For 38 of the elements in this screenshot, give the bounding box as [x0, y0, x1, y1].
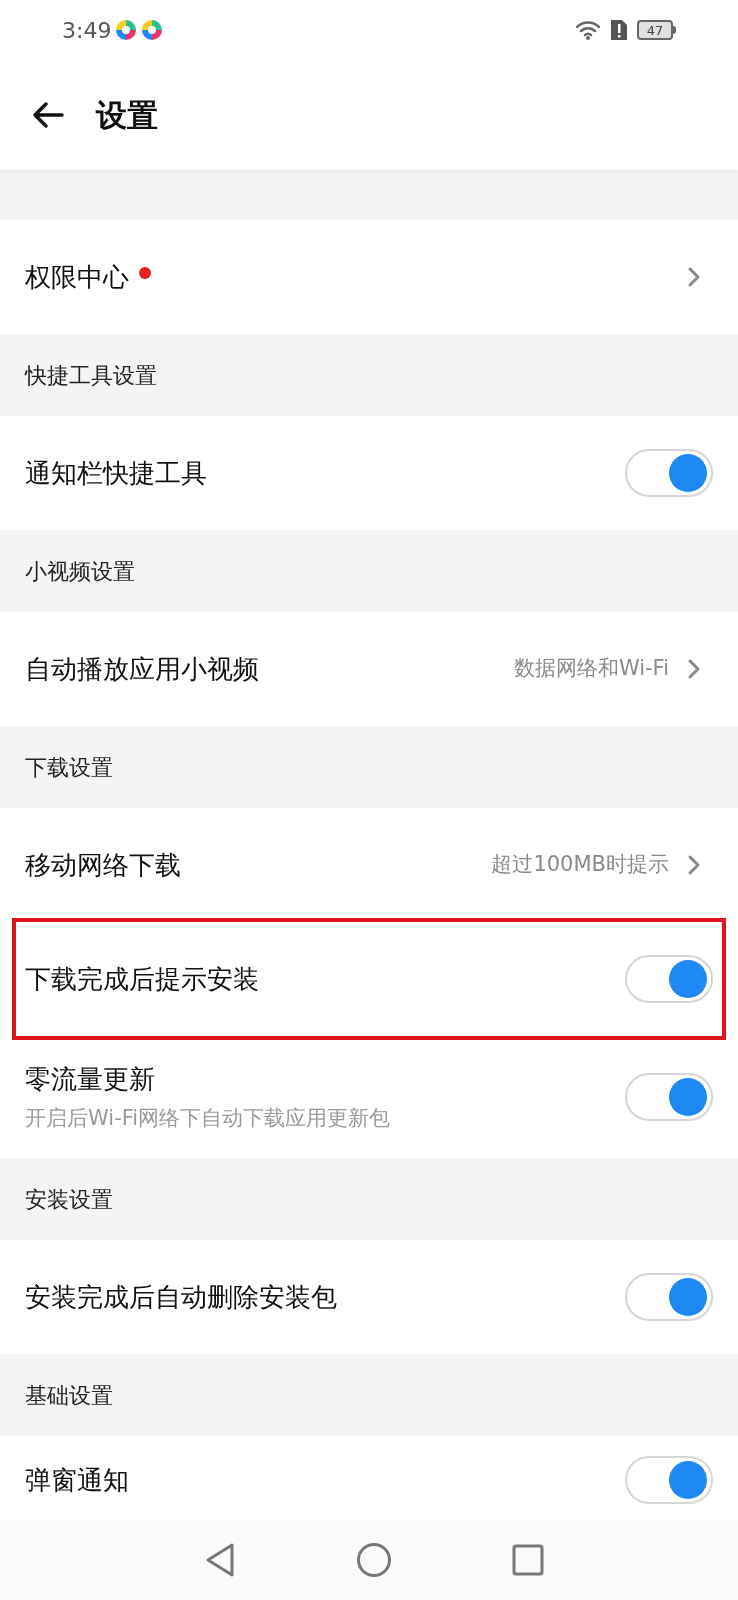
row-value: 数据网络和Wi-Fi: [513, 655, 669, 683]
toggle-switch[interactable]: [625, 1456, 713, 1504]
row-label: 自动播放应用小视频: [25, 652, 259, 686]
recents-nav-icon[interactable]: [512, 1544, 544, 1576]
row-label: 安装完成后自动删除安装包: [25, 1280, 337, 1314]
chevron-right-icon: [687, 854, 701, 876]
section-header: 下载设置: [25, 753, 113, 782]
row-label: 弹窗通知: [25, 1463, 129, 1497]
chevron-right-icon: [687, 266, 701, 288]
home-nav-icon[interactable]: [356, 1542, 392, 1578]
settings-row[interactable]: 零流量更新 开启后Wi-Fi网络下自动下载应用更新包: [25, 1059, 713, 1135]
app-icon: [141, 19, 164, 41]
status-time: 3:49: [62, 16, 112, 45]
back-arrow-icon[interactable]: [32, 101, 64, 129]
toggle-switch[interactable]: [625, 1073, 713, 1121]
row-value: 超过100MB时提示: [491, 851, 669, 879]
settings-row[interactable]: 下载完成后提示安装: [25, 955, 713, 1003]
section-header: 安装设置: [25, 1185, 113, 1214]
toggle-switch[interactable]: [625, 449, 713, 497]
section-header: 小视频设置: [25, 557, 135, 586]
battery-icon: 47: [637, 20, 676, 40]
wifi-icon: [575, 19, 601, 41]
row-label: 通知栏快捷工具: [25, 456, 207, 490]
app-icon: [115, 19, 138, 41]
sim-alert-icon: [609, 18, 629, 42]
row-label: 零流量更新: [25, 1062, 155, 1096]
section-header: 基础设置: [25, 1381, 113, 1410]
section-header: 快捷工具设置: [25, 361, 157, 390]
row-subtitle: 开启后Wi-Fi网络下自动下载应用更新包: [25, 1104, 391, 1132]
chevron-right-icon: [687, 658, 701, 680]
back-nav-icon[interactable]: [204, 1542, 236, 1578]
page-title: 设置: [96, 95, 158, 135]
row-label: 权限中心: [25, 260, 129, 294]
settings-row[interactable]: 移动网络下载 超过100MB时提示: [25, 845, 713, 885]
row-label: 下载完成后提示安装: [25, 962, 259, 996]
toggle-switch[interactable]: [625, 955, 713, 1003]
row-label: 移动网络下载: [25, 848, 181, 882]
toggle-switch[interactable]: [625, 1273, 713, 1321]
